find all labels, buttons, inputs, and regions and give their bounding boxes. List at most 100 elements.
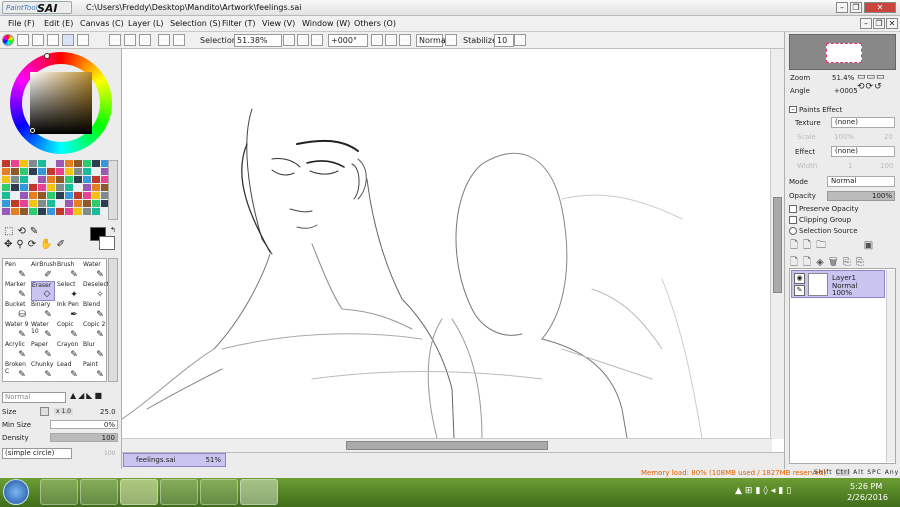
- swatch[interactable]: [29, 176, 37, 183]
- preserve-opacity-checkbox[interactable]: [789, 205, 797, 213]
- density-slider[interactable]: 100: [50, 433, 118, 442]
- minsize-slider[interactable]: 0%: [50, 420, 118, 429]
- zoom-field[interactable]: 51.38%: [234, 34, 282, 47]
- swatch[interactable]: [2, 176, 10, 183]
- swatch[interactable]: [20, 200, 28, 207]
- brush-mode-field[interactable]: Normal: [2, 392, 66, 403]
- rotate-reset-icon[interactable]: [399, 34, 411, 46]
- swatch[interactable]: [47, 160, 55, 167]
- swatch[interactable]: [20, 168, 28, 175]
- tool-lead[interactable]: Lead ✎: [57, 361, 81, 381]
- clock-time[interactable]: 5:26 PM: [850, 482, 882, 491]
- swatch-palette[interactable]: [2, 160, 109, 220]
- tool-paint[interactable]: Paint ✎: [83, 361, 107, 381]
- swatch[interactable]: [74, 184, 82, 191]
- swatch[interactable]: [29, 184, 37, 191]
- swatch[interactable]: [20, 192, 28, 199]
- vertical-scrollbar[interactable]: [770, 49, 784, 439]
- swatch[interactable]: [20, 176, 28, 183]
- size-value[interactable]: 25.0: [100, 408, 116, 416]
- minimize-icon[interactable]: –: [836, 2, 848, 13]
- menu-filter[interactable]: Filter (T): [222, 19, 255, 28]
- swatch[interactable]: [38, 184, 46, 191]
- close-icon[interactable]: ✕: [864, 2, 896, 13]
- swatch[interactable]: [56, 160, 64, 167]
- tool-chunky[interactable]: Chunky ✎: [31, 361, 55, 381]
- swatch[interactable]: [92, 208, 100, 215]
- mode-field[interactable]: Normal: [416, 34, 448, 47]
- swatch[interactable]: [92, 184, 100, 191]
- tool-bucket[interactable]: Bucket ⛁: [5, 301, 29, 321]
- doc-restore-icon[interactable]: ❐: [873, 18, 885, 29]
- swatch[interactable]: [65, 200, 73, 207]
- opacity-slider[interactable]: 100%: [827, 191, 895, 201]
- menu-canvas[interactable]: Canvas (C): [80, 19, 124, 28]
- swatch[interactable]: [65, 168, 73, 175]
- swatch[interactable]: [2, 200, 10, 207]
- navigator-viewport[interactable]: [826, 43, 862, 63]
- tool-scrollbar[interactable]: [108, 258, 118, 382]
- swatch[interactable]: [74, 160, 82, 167]
- menu-window[interactable]: Window (W): [302, 19, 350, 28]
- tool-copic[interactable]: Copic ✎: [57, 321, 81, 341]
- swatch[interactable]: [29, 192, 37, 199]
- menu-layer[interactable]: Layer (L): [128, 19, 164, 28]
- tool-eraser[interactable]: Eraser ◇: [31, 281, 55, 301]
- swatch[interactable]: [11, 184, 19, 191]
- swatch-scrollbar[interactable]: [108, 160, 118, 220]
- tool-deselect[interactable]: Deselect ✧: [83, 281, 109, 301]
- layer-lock-icon[interactable]: ✎: [794, 285, 805, 296]
- redo-icon[interactable]: [139, 34, 151, 46]
- doc-minimize-icon[interactable]: –: [860, 18, 872, 29]
- vertical-scroll-thumb[interactable]: [773, 197, 782, 293]
- flip-icon[interactable]: [445, 34, 457, 46]
- swatch[interactable]: [2, 208, 10, 215]
- swatch[interactable]: [92, 176, 100, 183]
- rotate-right-icon[interactable]: [385, 34, 397, 46]
- swatch[interactable]: [83, 160, 91, 167]
- system-tray-icons[interactable]: ▲⊞▮◊◂▮▯: [735, 486, 794, 496]
- taskbar-sai-icon[interactable]: [240, 479, 278, 505]
- tool-water[interactable]: Water ✎: [83, 261, 107, 281]
- swatch[interactable]: [47, 184, 55, 191]
- brush-shape-dropdown[interactable]: (simple circle): [2, 448, 72, 459]
- invert-selection-icon[interactable]: [173, 34, 185, 46]
- canvas[interactable]: [122, 49, 784, 452]
- nav-buttons[interactable]: ▭▭▭ ⟲⟳↺: [857, 72, 897, 98]
- swatch[interactable]: [47, 168, 55, 175]
- scratchpad-icon[interactable]: [77, 34, 89, 46]
- deselect-icon[interactable]: [158, 34, 170, 46]
- swatch[interactable]: [65, 208, 73, 215]
- swatch[interactable]: [74, 200, 82, 207]
- restore-icon[interactable]: ❐: [850, 2, 862, 13]
- brush-shape-icons[interactable]: ▲◢◣■: [70, 391, 118, 403]
- taskbar-explorer-icon[interactable]: [40, 479, 78, 505]
- tool-pen[interactable]: Pen ✎: [5, 261, 29, 281]
- selection-source-radio[interactable]: [789, 227, 797, 235]
- swatch[interactable]: [2, 184, 10, 191]
- clipping-group-checkbox[interactable]: [789, 216, 797, 224]
- layer-scrollbar[interactable]: [886, 270, 895, 462]
- swap-colors-icon[interactable]: ↰: [110, 226, 116, 234]
- swatch[interactable]: [29, 200, 37, 207]
- swatch[interactable]: [20, 208, 28, 215]
- tool-water-10[interactable]: Water 10 ✎: [31, 321, 55, 341]
- zoom-in-icon[interactable]: [297, 34, 309, 46]
- tool-water-9[interactable]: Water 9 ✎: [5, 321, 29, 341]
- zoom-out-icon[interactable]: [283, 34, 295, 46]
- swatch[interactable]: [56, 208, 64, 215]
- tool-binary[interactable]: Binary ✎: [31, 301, 55, 321]
- menu-selection[interactable]: Selection (S): [170, 19, 221, 28]
- swatch[interactable]: [29, 208, 37, 215]
- secondary-color[interactable]: [99, 236, 115, 250]
- grid-icon[interactable]: [62, 34, 74, 46]
- selection-tools[interactable]: ⬚⟲✎: [4, 227, 42, 237]
- swatch[interactable]: [83, 200, 91, 207]
- layer-action-buttons[interactable]: 🗋🗋🗀 ▣ 🗋🗋◈🗑⎘⎘: [790, 238, 896, 268]
- swatch[interactable]: [29, 168, 37, 175]
- tool-select[interactable]: Select ✦: [57, 281, 81, 301]
- swatch[interactable]: [11, 176, 19, 183]
- swatch[interactable]: [74, 168, 82, 175]
- tool-broken-c[interactable]: Broken C ✎: [5, 361, 29, 381]
- swatch[interactable]: [47, 176, 55, 183]
